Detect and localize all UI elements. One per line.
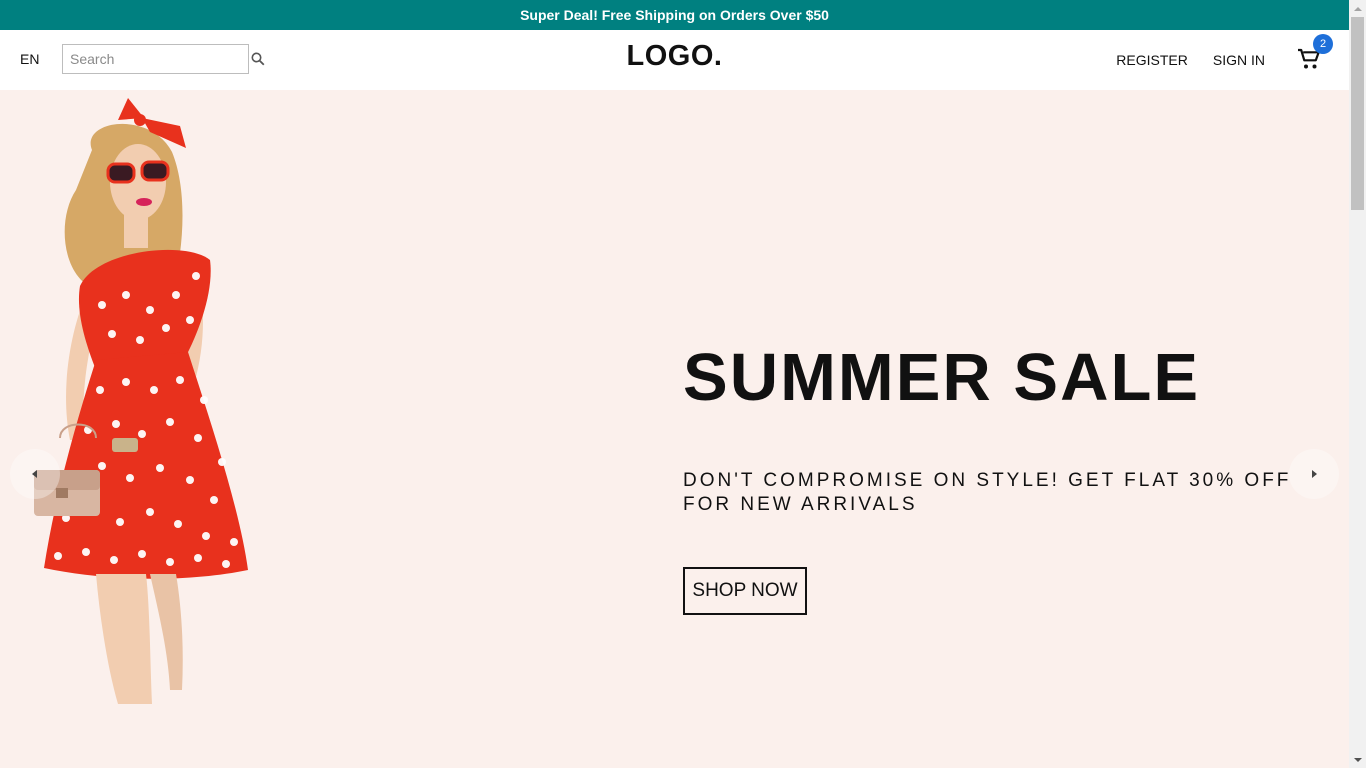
hero-headline: SUMMER SALE	[683, 340, 1201, 415]
hero-slider: SUMMER SALE DON'T COMPROMISE ON STYLE! G…	[0, 90, 1349, 768]
cart-button[interactable]: 2	[1297, 34, 1333, 73]
slider-next-button[interactable]	[1289, 449, 1339, 499]
shop-now-button[interactable]: SHOP NOW	[683, 567, 807, 615]
page: Super Deal! Free Shipping on Orders Over…	[0, 0, 1366, 768]
logo[interactable]: LOGO.	[627, 40, 723, 72]
chevron-right-icon	[1312, 470, 1317, 478]
scroll-down-arrow-icon[interactable]	[1349, 751, 1366, 768]
slider-prev-button[interactable]	[10, 449, 60, 499]
language-selector[interactable]: EN	[20, 51, 39, 67]
sign-in-link[interactable]: SIGN IN	[1213, 52, 1265, 68]
announcement-text: Super Deal! Free Shipping on Orders Over…	[520, 7, 829, 23]
nav-links: REGISTER SIGN IN 2	[1116, 30, 1333, 90]
search-input[interactable]	[63, 45, 251, 73]
chevron-left-icon	[32, 470, 37, 478]
register-link[interactable]: REGISTER	[1116, 52, 1188, 68]
page-scrollbar[interactable]	[1349, 0, 1366, 768]
scrollbar-thumb[interactable]	[1351, 17, 1364, 210]
cart-count-badge: 2	[1313, 34, 1333, 54]
navbar: EN LOGO. REGISTER SIGN IN 2	[0, 30, 1349, 90]
search-box	[62, 44, 265, 74]
announcement-bar: Super Deal! Free Shipping on Orders Over…	[0, 0, 1349, 30]
scroll-up-arrow-icon[interactable]	[1349, 0, 1366, 17]
hero-model-image	[34, 98, 248, 704]
hero-subheadline: DON'T COMPROMISE ON STYLE! GET FLAT 30% …	[683, 470, 1292, 515]
search-icon[interactable]	[251, 45, 265, 73]
